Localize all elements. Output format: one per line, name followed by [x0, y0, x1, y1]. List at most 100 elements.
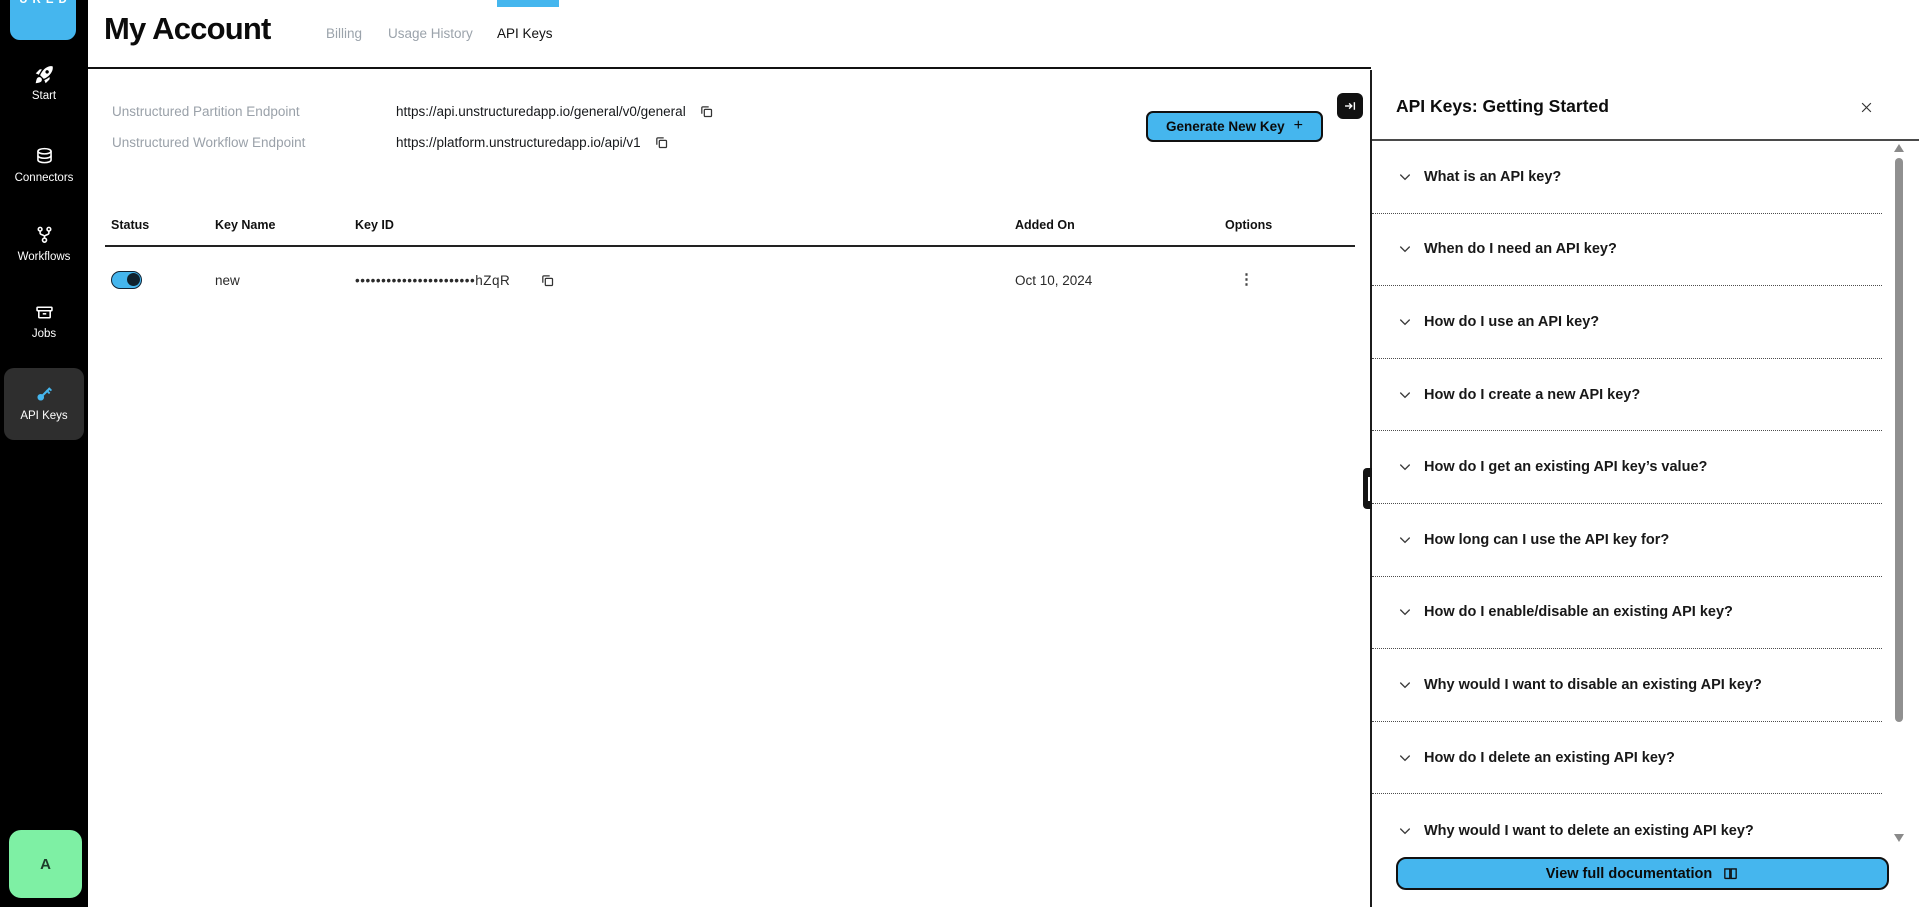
table-header-row: Status Key Name Key ID Added On Options: [105, 204, 1355, 247]
toggle-knob: [127, 273, 140, 286]
app-logo[interactable]: RUCT URED: [8, 0, 78, 42]
sidebar-item-label: Connectors: [0, 172, 88, 184]
sidebar-item-label: API Keys: [0, 410, 88, 422]
copy-icon: [699, 104, 714, 119]
col-header-key-name: Key Name: [215, 218, 355, 232]
masked-key-id: •••••••••••••••••••••••hZqR: [355, 273, 510, 288]
faq-question: What is an API key?: [1424, 169, 1561, 185]
faq-item[interactable]: How do I create a new API key?: [1372, 359, 1882, 432]
chevron-down-icon: [1397, 750, 1413, 766]
tab-api-keys[interactable]: API Keys: [497, 26, 553, 41]
sidebar-item-label: Jobs: [0, 328, 88, 340]
close-panel-button[interactable]: [1855, 96, 1877, 118]
endpoint-label: Unstructured Workflow Endpoint: [112, 135, 396, 150]
faq-item[interactable]: When do I need an API key?: [1372, 214, 1882, 287]
page-header: My Account Billing Usage History API Key…: [88, 0, 1371, 69]
faq-question: How do I delete an existing API key?: [1424, 750, 1675, 766]
col-header-options: Options: [1225, 218, 1355, 232]
copy-icon: [654, 135, 669, 150]
view-documentation-button[interactable]: View full documentation: [1396, 857, 1889, 890]
generate-new-key-label: Generate New Key: [1166, 119, 1285, 134]
faq-item[interactable]: How do I use an API key?: [1372, 286, 1882, 359]
copy-endpoint-button[interactable]: [654, 135, 669, 150]
key-name-cell: new: [215, 273, 355, 288]
copy-icon: [540, 273, 555, 288]
book-icon: [1722, 865, 1739, 882]
key-id-cell: •••••••••••••••••••••••hZqR: [355, 273, 1015, 288]
logo-text-line2: URED: [14, 0, 72, 10]
col-header-added-on: Added On: [1015, 218, 1225, 232]
table-row: new •••••••••••••••••••••••hZqR Oct 10, …: [105, 247, 1355, 313]
options-cell: ⋮: [1225, 273, 1355, 287]
scroll-down-arrow[interactable]: [1894, 834, 1904, 842]
chevron-down-icon: [1397, 459, 1413, 475]
faq-question: How do I create a new API key?: [1424, 387, 1640, 403]
col-header-key-id: Key ID: [355, 218, 1015, 232]
key-icon: [33, 383, 55, 405]
tab-usage-history[interactable]: Usage History: [388, 26, 473, 41]
sidebar-item-label: Start: [0, 90, 88, 102]
active-tab-indicator: [497, 0, 559, 7]
main-content: My Account Billing Usage History API Key…: [88, 0, 1371, 907]
chevron-down-icon: [1397, 677, 1413, 693]
jobs-box-icon: [34, 302, 55, 323]
workflow-branch-icon: [34, 225, 55, 246]
scroll-up-arrow[interactable]: [1894, 144, 1904, 152]
tab-billing[interactable]: Billing: [326, 26, 362, 41]
sidebar-item-jobs[interactable]: Jobs: [0, 302, 88, 340]
avatar-letter: A: [40, 856, 51, 873]
faq-question: How do I get an existing API key’s value…: [1424, 459, 1707, 475]
database-icon: [34, 146, 55, 167]
faq-question: Why would I want to disable an existing …: [1424, 677, 1762, 693]
plus-icon: +: [1294, 117, 1303, 135]
added-on-cell: Oct 10, 2024: [1015, 273, 1225, 288]
page-title: My Account: [104, 11, 271, 47]
close-icon: [1859, 100, 1874, 115]
workflow-endpoint-row: Unstructured Workflow Endpoint https://p…: [112, 131, 669, 153]
faq-item[interactable]: How long can I use the API key for?: [1372, 504, 1882, 577]
api-keys-table: Status Key Name Key ID Added On Options …: [105, 204, 1355, 313]
chevron-down-icon: [1397, 604, 1413, 620]
panel-scrollbar[interactable]: [1893, 144, 1905, 842]
partition-endpoint-row: Unstructured Partition Endpoint https://…: [112, 100, 714, 122]
generate-new-key-button[interactable]: Generate New Key +: [1146, 111, 1323, 142]
sidebar-item-connectors[interactable]: Connectors: [0, 146, 88, 184]
copy-key-id-button[interactable]: [540, 273, 555, 288]
expand-panel-button[interactable]: [1337, 93, 1363, 119]
endpoint-url: https://api.unstructuredapp.io/general/v…: [396, 104, 686, 119]
faq-question: How do I enable/disable an existing API …: [1424, 604, 1733, 620]
app-window: RUCT URED Start Connectors Workflows Job…: [0, 0, 1919, 907]
faq-question: Why would I want to delete an existing A…: [1424, 823, 1754, 839]
panel-header: API Keys: Getting Started: [1372, 70, 1919, 141]
chevron-down-icon: [1397, 241, 1413, 257]
chevron-down-icon: [1397, 532, 1413, 548]
endpoint-label: Unstructured Partition Endpoint: [112, 104, 396, 119]
copy-endpoint-button[interactable]: [699, 104, 714, 119]
chevron-down-icon: [1397, 314, 1413, 330]
status-cell: [111, 271, 215, 289]
arrow-to-bar-icon: [1343, 99, 1357, 113]
faq-item[interactable]: How do I get an existing API key’s value…: [1372, 431, 1882, 504]
faq-list: What is an API key? When do I need an AP…: [1372, 141, 1882, 867]
sidebar-item-label: Workflows: [0, 251, 88, 263]
panel-title: API Keys: Getting Started: [1396, 96, 1609, 117]
faq-item[interactable]: Why would I want to disable an existing …: [1372, 649, 1882, 722]
sidebar: RUCT URED Start Connectors Workflows Job…: [0, 0, 88, 907]
faq-item[interactable]: How do I delete an existing API key?: [1372, 722, 1882, 795]
faq-question: When do I need an API key?: [1424, 241, 1617, 257]
key-status-toggle[interactable]: [111, 271, 142, 289]
faq-question: How long can I use the API key for?: [1424, 532, 1669, 548]
row-options-button[interactable]: ⋮: [1225, 273, 1254, 287]
chevron-down-icon: [1397, 387, 1413, 403]
rocket-icon: [34, 64, 55, 85]
getting-started-panel: API Keys: Getting Started What is an API…: [1372, 70, 1919, 907]
scrollbar-thumb[interactable]: [1895, 158, 1903, 722]
view-documentation-label: View full documentation: [1546, 866, 1713, 882]
sidebar-item-workflows[interactable]: Workflows: [0, 225, 88, 263]
faq-item[interactable]: How do I enable/disable an existing API …: [1372, 577, 1882, 650]
sidebar-item-start[interactable]: Start: [0, 64, 88, 102]
user-avatar[interactable]: A: [7, 828, 84, 900]
faq-item[interactable]: What is an API key?: [1372, 141, 1882, 214]
sidebar-item-api-keys[interactable]: API Keys: [0, 383, 88, 422]
chevron-down-icon: [1397, 169, 1413, 185]
